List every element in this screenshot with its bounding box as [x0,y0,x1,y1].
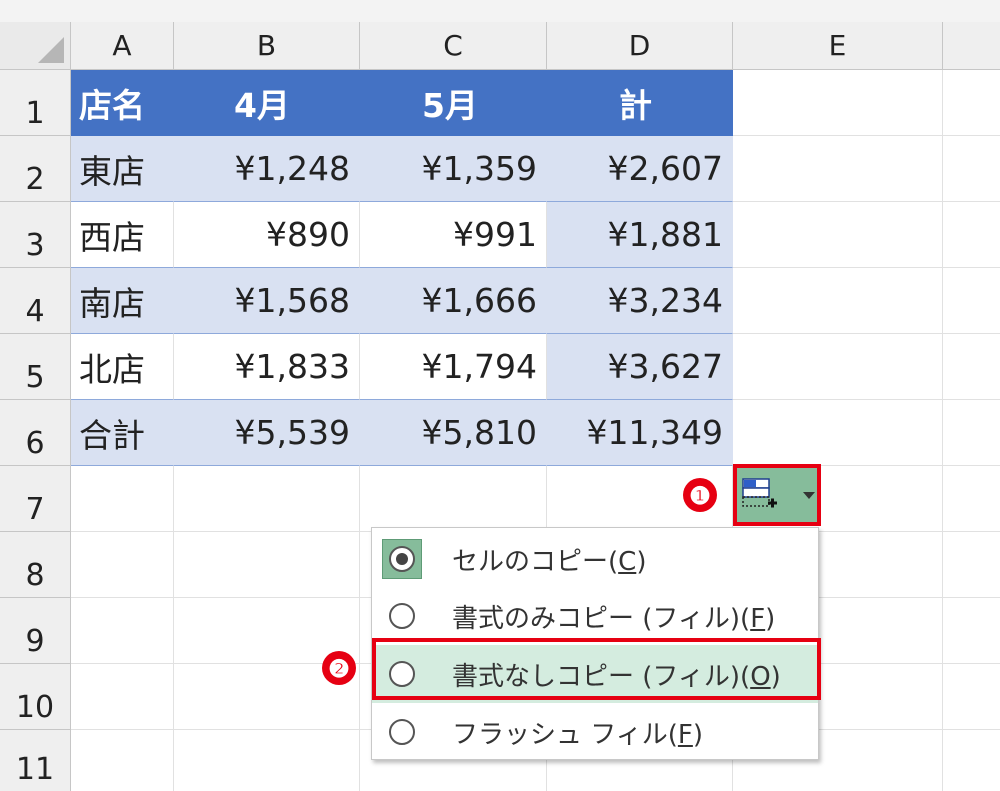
cell-a11[interactable] [71,730,174,791]
cell-b8[interactable] [174,532,360,598]
table-cell[interactable]: ¥1,833 [174,334,360,400]
radio-unselected-icon [389,603,415,629]
table-cell[interactable]: 西店 [71,202,174,268]
cell-a9[interactable] [71,598,174,664]
column-header-f[interactable] [943,22,1000,70]
cell-e4[interactable] [733,268,943,334]
cell-f6[interactable] [943,400,1000,466]
cell-f7[interactable] [943,466,1000,532]
menu-item-fill-formatting-only[interactable]: 書式のみコピー (フィル)(F) [372,587,818,645]
row-header-6[interactable]: 6 [0,400,71,466]
spreadsheet: A B C D E 1 2 3 4 5 6 7 8 9 10 11 店名 4月 … [0,0,1000,791]
table-header-cell[interactable]: 4月 [174,70,360,136]
column-header-e[interactable]: E [733,22,943,70]
table-cell[interactable]: 東店 [71,136,174,202]
radio-unselected-icon [389,719,415,745]
row-header-4[interactable]: 4 [0,268,71,334]
table-header-cell[interactable]: 5月 [360,70,547,136]
cell-e5[interactable] [733,334,943,400]
table-cell[interactable]: ¥1,248 [174,136,360,202]
table-cell[interactable]: ¥1,666 [360,268,547,334]
table-cell[interactable]: ¥3,627 [547,334,733,400]
column-header-d[interactable]: D [547,22,733,70]
cell-e3[interactable] [733,202,943,268]
column-header-b[interactable]: B [174,22,360,70]
menu-item-label: フラッシュ フィル(F) [452,719,704,750]
table-cell[interactable]: 北店 [71,334,174,400]
cell-b7[interactable] [174,466,360,532]
cell-f2[interactable] [943,136,1000,202]
menu-item-copy-cells[interactable]: セルのコピー(C) [372,530,818,588]
row-header-11[interactable]: 11 [0,730,71,791]
table-header-cell[interactable]: 店名 [71,70,174,136]
cell-f11[interactable] [943,730,1000,791]
row-header-2[interactable]: 2 [0,136,71,202]
radio-wrap [382,712,422,752]
cell-f4[interactable] [943,268,1000,334]
select-all-button[interactable] [0,22,71,70]
cell-e6[interactable] [733,400,943,466]
table-cell[interactable]: ¥1,794 [360,334,547,400]
step-badge-2: ❷ [322,651,356,685]
cell-f8[interactable] [943,532,1000,598]
cell-f1[interactable] [943,70,1000,136]
cell-a8[interactable] [71,532,174,598]
cell-a7[interactable] [71,466,174,532]
cell-f5[interactable] [943,334,1000,400]
table-cell[interactable]: ¥11,349 [547,400,733,466]
row-header-9[interactable]: 9 [0,598,71,664]
cell-c7[interactable] [360,466,547,532]
row-header-7[interactable]: 7 [0,466,71,532]
table-cell[interactable]: 南店 [71,268,174,334]
table-cell[interactable]: 合計 [71,400,174,466]
row-header-8[interactable]: 8 [0,532,71,598]
row-header-10[interactable]: 10 [0,664,71,730]
menu-item-label: 書式のみコピー (フィル)(F) [452,603,776,634]
radio-wrap [382,596,422,636]
table-cell[interactable]: ¥991 [360,202,547,268]
table-cell[interactable]: ¥2,607 [547,136,733,202]
table-cell[interactable]: ¥890 [174,202,360,268]
menu-item-label: セルのコピー(C) [452,546,647,577]
chevron-down-icon [803,492,815,499]
cell-f3[interactable] [943,202,1000,268]
cell-b11[interactable] [174,730,360,791]
column-header-a[interactable]: A [71,22,174,70]
radio-wrap [382,539,422,579]
column-header-c[interactable]: C [360,22,547,70]
cell-e1[interactable] [733,70,943,136]
table-cell[interactable]: ¥5,810 [360,400,547,466]
radio-selected-icon [389,546,415,572]
table-cell[interactable]: ¥1,568 [174,268,360,334]
table-cell[interactable]: ¥1,881 [547,202,733,268]
step-badge-1: ❶ [683,478,717,512]
cell-a10[interactable] [71,664,174,730]
row-header-3[interactable]: 3 [0,202,71,268]
table-cell[interactable]: ¥1,359 [360,136,547,202]
table-header-cell[interactable]: 計 [547,70,733,136]
autofill-options-button[interactable] [733,464,821,526]
select-all-triangle-icon [38,37,64,63]
cell-e2[interactable] [733,136,943,202]
highlight-frame [372,638,821,700]
cell-f10[interactable] [943,664,1000,730]
table-cell[interactable]: ¥3,234 [547,268,733,334]
autofill-options-icon [742,478,777,508]
row-header-5[interactable]: 5 [0,334,71,400]
menu-item-flash-fill[interactable]: フラッシュ フィル(F) [372,703,818,761]
row-header-1[interactable]: 1 [0,70,71,136]
table-cell[interactable]: ¥5,539 [174,400,360,466]
formula-bar-edge [0,0,1000,22]
cell-f9[interactable] [943,598,1000,664]
